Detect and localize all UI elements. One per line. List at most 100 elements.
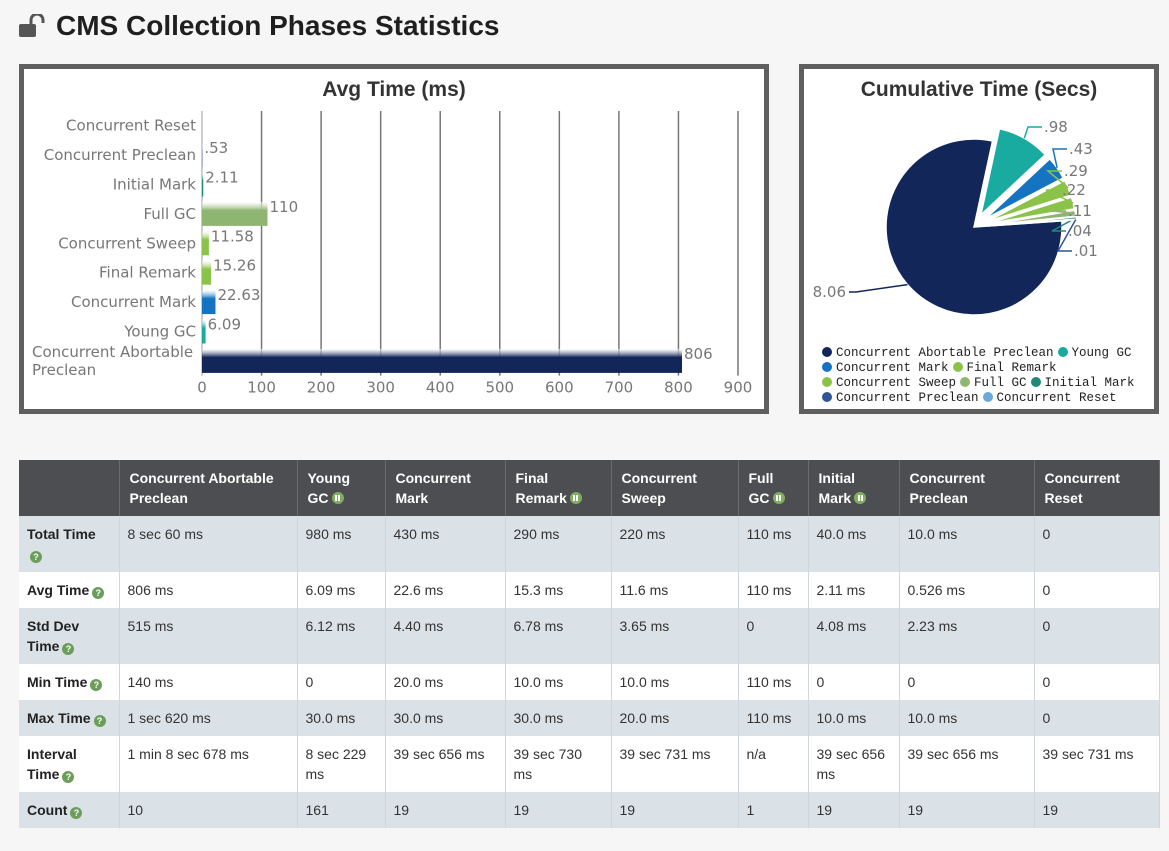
table-cell: 39 sec 656 ms — [899, 736, 1035, 792]
legend-item-young-gc[interactable]: Young GC — [1057, 346, 1132, 361]
x-tick-label: 900 — [724, 379, 753, 397]
table-cell: 39 sec 731 ms — [1034, 736, 1160, 792]
help-icon[interactable]: ? — [62, 643, 75, 655]
bar-full-gc — [202, 201, 268, 226]
header-label: Full GC — [748, 470, 774, 506]
help-icon[interactable]: ? — [30, 551, 42, 563]
legend-item-concurrent-abortable-preclean[interactable]: Concurrent Abortable Preclean — [822, 346, 1054, 361]
header-cell-full-gc: Full GC — [738, 460, 809, 516]
table-cell: 140 ms — [119, 664, 298, 700]
legend-label: Young GC — [1071, 346, 1132, 360]
header-label: Initial Mark — [818, 470, 856, 506]
header-label: Concurrent Sweep — [621, 470, 697, 506]
x-tick-label: 400 — [426, 379, 455, 397]
table-cell: 110 ms — [738, 700, 809, 736]
table-cell: 0 — [297, 664, 386, 700]
legend-dot-icon — [982, 392, 993, 402]
table-cell: 19 — [611, 792, 739, 828]
legend-item-full-gc[interactable]: Full GC — [960, 376, 1027, 391]
table-row: Interval Time? 1 min 8 sec 678 ms 8 sec 22… — [19, 736, 1160, 792]
bar-value-label: 6.09 — [208, 316, 241, 334]
legend-item-concurrent-sweep[interactable]: Concurrent Sweep — [822, 376, 956, 391]
legend-dot-icon — [1057, 347, 1068, 357]
legend-item-initial-mark[interactable]: Initial Mark — [1030, 376, 1135, 391]
table-body: Total Time? 8 sec 60 ms 980 ms 430 ms 290 ms… — [19, 516, 1160, 828]
x-tick-label: 600 — [545, 379, 574, 397]
legend-item-concurrent-reset[interactable]: Concurrent Reset — [982, 391, 1117, 406]
table-cell: 220 ms — [611, 516, 739, 572]
help-icon[interactable]: ? — [93, 715, 106, 727]
table-cell: 4.40 ms — [385, 608, 506, 664]
legend-label: Initial Mark — [1044, 376, 1135, 390]
table-cell: 2.23 ms — [899, 608, 1035, 664]
row-label-text: Total Time — [27, 526, 96, 542]
table-cell: 15.3 ms — [505, 572, 612, 608]
bar-initial-mark — [202, 172, 204, 197]
bar-concurrent-sweep — [202, 231, 209, 256]
table-cell: 0 — [1034, 608, 1160, 664]
table-cell: 40.0 ms — [808, 516, 900, 572]
table-cell: 1 — [738, 792, 809, 828]
legend-item-final-remark[interactable]: Final Remark — [952, 361, 1057, 376]
pause-icon[interactable] — [569, 492, 582, 504]
pause-icon[interactable] — [772, 492, 785, 504]
category-label: Concurrent Abortable — [32, 343, 193, 361]
table-cell: 8 sec 60 ms — [119, 516, 298, 572]
table-cell: 110 ms — [738, 572, 809, 608]
category-label: Concurrent Sweep — [58, 234, 196, 252]
help-icon[interactable]: ? — [92, 587, 105, 599]
table-row: Max Time? 1 sec 620 ms 30.0 ms 30.0 ms 30.0 … — [19, 700, 1160, 736]
table-cell: 1 min 8 sec 678 ms — [119, 736, 298, 792]
table-cell: 30.0 ms — [385, 700, 506, 736]
x-tick-label: 300 — [366, 379, 395, 397]
legend-dot-icon — [822, 392, 832, 402]
pause-icon[interactable] — [331, 492, 344, 504]
table-row: Min Time? 140 ms 0 20.0 ms 10.0 ms 10.0 ms 110… — [19, 664, 1160, 700]
legend-label: Final Remark — [966, 361, 1057, 375]
legend-dot-icon — [952, 362, 963, 372]
legend-label: Concurrent Sweep — [836, 376, 957, 390]
help-icon[interactable]: ? — [62, 771, 75, 783]
category-label: Full GC — [143, 205, 196, 223]
table-cell: 0 — [1034, 516, 1160, 572]
table-cell: 10.0 ms — [899, 700, 1035, 736]
header-cell-initial-mark: Initial Mark — [808, 460, 900, 516]
row-label-text: Count — [27, 802, 68, 818]
table-cell: 0 — [808, 664, 900, 700]
help-icon[interactable]: ? — [90, 679, 103, 691]
bar-value-label: 2.11 — [205, 169, 238, 187]
table-cell: 8 sec 229 ms — [297, 736, 386, 792]
table-cell: 39 sec 731 ms — [611, 736, 739, 792]
legend-dot-icon — [822, 347, 832, 357]
x-tick-label: 100 — [247, 379, 276, 397]
table-cell: 19 — [808, 792, 900, 828]
table-cell: 22.6 ms — [385, 572, 506, 608]
pie-legend: Concurrent Abortable Preclean Young GC Con… — [822, 346, 1152, 406]
table-cell: 11.6 ms — [611, 572, 739, 608]
table-cell: 0 — [1034, 664, 1160, 700]
table-cell: 39 sec 730 ms — [505, 736, 612, 792]
table-cell: 110 ms — [738, 516, 809, 572]
table-cell: 10.0 ms — [505, 664, 612, 700]
legend-item-concurrent-preclean[interactable]: Concurrent Preclean — [822, 391, 979, 406]
table-cell: 0 — [738, 608, 809, 664]
x-tick-label: 800 — [664, 379, 693, 397]
table-cell: 30.0 ms — [505, 700, 612, 736]
table-cell: 0 — [899, 664, 1035, 700]
legend-label: Concurrent Reset — [996, 391, 1117, 405]
table-row: Avg Time? 806 ms 6.09 ms 22.6 ms 15.3 ms 11.6… — [19, 572, 1160, 608]
legend-label: Concurrent Mark — [836, 361, 949, 375]
help-icon[interactable]: ? — [70, 807, 83, 819]
header-cell-concurrent-reset: Concurrent Reset — [1034, 460, 1160, 516]
table-cell: 2.11 ms — [808, 572, 900, 608]
pie-value-label: .01 — [1074, 242, 1098, 260]
phase-stats-table-wrap: Concurrent Abortable Preclean Young GC Con… — [19, 460, 1160, 828]
table-row: Total Time? 8 sec 60 ms 980 ms 430 ms 290 ms… — [19, 516, 1160, 572]
table-cell: 30.0 ms — [297, 700, 386, 736]
table-cell: 980 ms — [297, 516, 386, 572]
header-label: Concurrent Preclean — [909, 470, 985, 506]
pause-icon[interactable] — [854, 492, 867, 504]
table-cell: 290 ms — [505, 516, 612, 572]
legend-item-concurrent-mark[interactable]: Concurrent Mark — [822, 361, 949, 376]
category-label: Final Remark — [99, 264, 196, 282]
